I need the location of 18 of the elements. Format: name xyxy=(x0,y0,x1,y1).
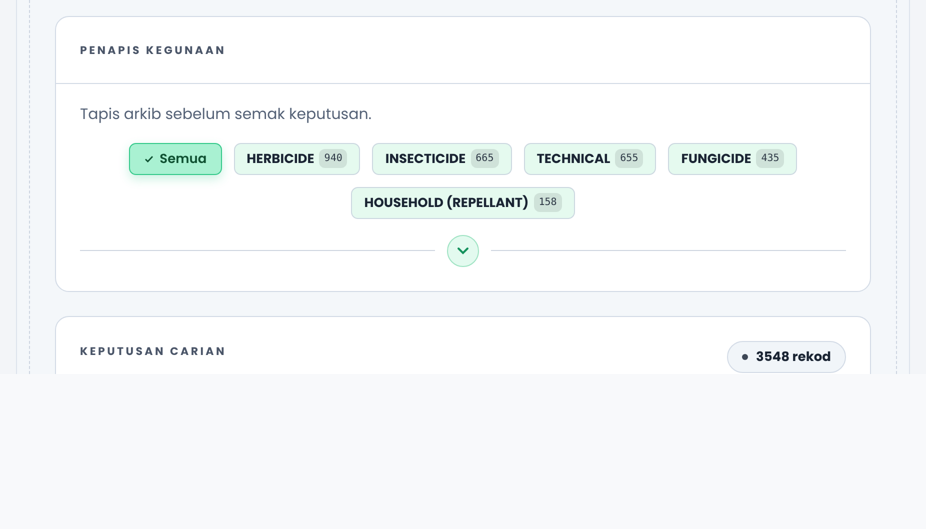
filter-chip[interactable]: HERBICIDE 940 xyxy=(234,142,360,174)
count-badge: 435 xyxy=(756,149,784,168)
filter-chip[interactable]: HOUSEHOLD (REPELLANT) 158 xyxy=(351,186,575,218)
filter-chip[interactable]: Semua xyxy=(128,142,222,174)
filter-chip[interactable]: TECHNICAL 655 xyxy=(524,142,656,174)
filter-chip[interactable]: FUNGICIDE 435 xyxy=(668,142,798,174)
count-badge: 655 xyxy=(615,149,644,168)
card-title: KEPUTUSAN CARIAN xyxy=(80,342,226,359)
count-badge: 940 xyxy=(319,149,348,168)
record-count-badge: 3548 rekod xyxy=(726,340,846,372)
count-badge: 665 xyxy=(470,149,499,168)
check-icon xyxy=(144,154,154,164)
description-text: Tapis arkib sebelum semak keputusan. xyxy=(80,104,373,126)
card-title: PENAPIS KEGUNAAN xyxy=(80,42,226,58)
chevron-icon xyxy=(457,246,469,254)
expand-toggle[interactable] xyxy=(447,234,479,266)
count-badge: 158 xyxy=(534,193,562,212)
filter-chip[interactable]: INSECTICIDE 665 xyxy=(372,142,512,174)
